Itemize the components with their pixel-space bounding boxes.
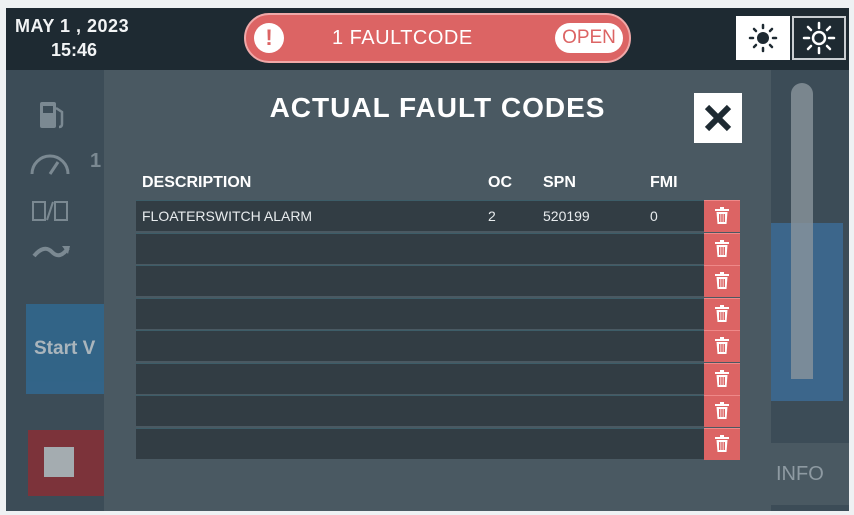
- column-header-oc: OC: [488, 174, 512, 191]
- row-body: FLOATERSWITCH ALARM 2 520199 0: [136, 200, 704, 231]
- delete-row-button[interactable]: [704, 265, 740, 297]
- open-faults-button[interactable]: OPEN: [555, 23, 623, 53]
- row-body: [136, 362, 704, 394]
- trash-icon: [715, 402, 729, 419]
- close-button[interactable]: [694, 93, 742, 143]
- table-row: FLOATERSWITCH ALARM 2 520199 0: [136, 200, 740, 232]
- sun-low-icon: [748, 23, 778, 53]
- info-button-label: INFO: [776, 463, 824, 485]
- trash-icon: [715, 272, 729, 289]
- delete-row-button[interactable]: [704, 427, 740, 460]
- tank-level-indicator: [771, 83, 843, 401]
- table-row: [136, 330, 740, 362]
- brightness-toggle: [736, 16, 846, 60]
- table-row: [136, 362, 740, 395]
- trash-icon: [715, 337, 729, 354]
- table-row: [136, 265, 740, 297]
- cell-oc: 2: [488, 208, 496, 224]
- date-display: MAY 1 , 2023: [15, 16, 130, 36]
- row-body: [136, 395, 704, 426]
- valve-icon: [32, 201, 68, 221]
- info-button[interactable]: INFO: [771, 443, 849, 505]
- start-button[interactable]: Start V: [26, 304, 106, 394]
- fault-count-text: 1 FAULTCODE: [332, 27, 473, 49]
- row-body: [136, 330, 704, 361]
- brightness-low-button[interactable]: [736, 16, 790, 60]
- table-row: [136, 297, 740, 330]
- partial-value: 1: [90, 150, 102, 172]
- dialog-title: ACTUAL FAULT CODES: [269, 92, 606, 123]
- time-display: 15:46: [51, 40, 98, 60]
- delete-row-button[interactable]: [704, 200, 740, 232]
- delete-row-button[interactable]: [704, 232, 740, 265]
- row-body: [136, 297, 704, 329]
- close-icon: [704, 104, 732, 132]
- start-button-label: Start V: [34, 338, 96, 359]
- brightness-high-button[interactable]: [792, 16, 846, 60]
- trash-icon: [715, 239, 729, 257]
- table-row: [136, 427, 740, 460]
- column-header-spn: SPN: [543, 174, 576, 191]
- fault-banner[interactable]: ! 1 FAULTCODE OPEN: [244, 13, 631, 63]
- flow-icon: [32, 246, 70, 258]
- table-row: [136, 232, 740, 265]
- trash-icon: [715, 304, 729, 322]
- delete-row-button[interactable]: [704, 395, 740, 427]
- column-header-description: DESCRIPTION: [142, 174, 252, 191]
- column-header-fmi: FMI: [650, 174, 678, 191]
- stop-icon: [44, 447, 74, 477]
- stop-button[interactable]: [28, 430, 106, 496]
- cell-description: FLOATERSWITCH ALARM: [142, 208, 313, 224]
- trash-icon: [715, 434, 729, 452]
- status-bar: MAY 1 , 2023 15:46 ! 1 FAULTCODE OPEN: [6, 8, 849, 70]
- pipe-graphic: [791, 83, 813, 379]
- cell-spn: 520199: [543, 208, 590, 224]
- sun-high-icon: [802, 21, 836, 55]
- hmi-screen: MAY 1 , 2023 15:46 ! 1 FAULTCODE OPEN 1 …: [6, 8, 849, 511]
- delete-row-button[interactable]: [704, 330, 740, 362]
- cell-fmi: 0: [650, 208, 658, 224]
- delete-row-button[interactable]: [704, 362, 740, 395]
- trash-icon: [715, 369, 729, 387]
- row-body: [136, 232, 704, 264]
- gauge-icon: [30, 154, 70, 175]
- trash-icon: [715, 207, 729, 224]
- fault-codes-dialog: ACTUAL FAULT CODES DESCRIPTION OC SPN FM…: [104, 70, 771, 511]
- exclamation-icon: !: [254, 23, 284, 53]
- delete-row-button[interactable]: [704, 297, 740, 330]
- row-body: [136, 265, 704, 296]
- row-body: [136, 427, 704, 459]
- fuel-pump-icon: [40, 102, 64, 129]
- table-row: [136, 395, 740, 427]
